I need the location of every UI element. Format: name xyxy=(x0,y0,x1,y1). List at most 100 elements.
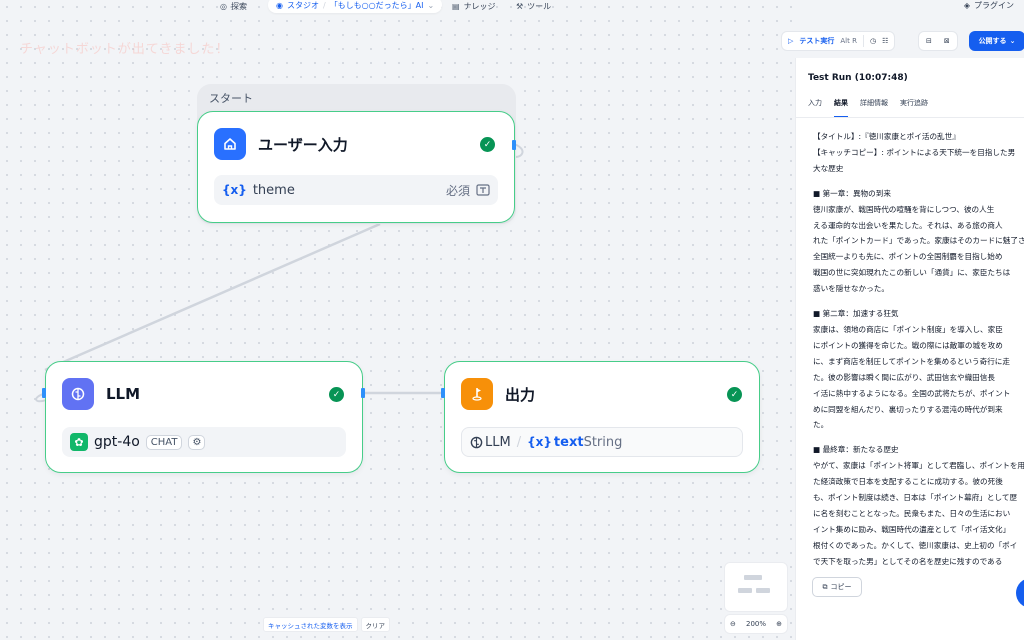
result-line: イ活に熱中するようになる。全国の武将たちが、ポイント xyxy=(813,388,1011,398)
success-check-icon: ✓ xyxy=(329,387,344,402)
nav-studio[interactable]: ◉ スタジオ / 「もしも○○だったら」AI ⌄ xyxy=(268,0,443,13)
theme-variable-row[interactable]: {x} theme 必須 xyxy=(214,175,498,205)
result-line: 戦国の世に突如現れたこの新しい「通貨」に、家臣たちは xyxy=(813,268,1011,278)
robot-icon: ◉ xyxy=(276,0,283,10)
top-nav: ◎ 探索 ◉ スタジオ / 「もしも○○だったら」AI ⌄ ▤ ナレッジ ⚒ ツ… xyxy=(0,0,1024,14)
result-line: 徳川家康が、戦国時代の喧騒を背にしつつ、彼の人生 xyxy=(813,204,995,214)
shortcut-hint: Alt R xyxy=(840,37,857,45)
model-row[interactable]: ✿ gpt-4o CHAT ⚙ xyxy=(62,427,346,457)
clear-button[interactable]: クリア xyxy=(360,617,390,632)
test-run-button[interactable]: テスト実行 xyxy=(799,36,834,46)
publish-label: 公開する xyxy=(978,37,1007,45)
output-variable-row[interactable]: LLM / {x} text String xyxy=(461,427,743,457)
result-line: で天下を取った男」としてその名を歴史に残すのである xyxy=(813,556,1003,566)
minimap-node xyxy=(744,575,762,580)
output-node[interactable]: 出力 ✓ LLM / {x} text String xyxy=(444,361,760,473)
chat-mode-tag: CHAT xyxy=(145,434,183,450)
llm-output-handle[interactable] xyxy=(361,388,365,398)
tab-details[interactable]: 詳細情報 xyxy=(860,98,888,118)
nav-plugins[interactable]: ◈ プラグイン xyxy=(964,0,1014,11)
ref-separator: / xyxy=(516,434,522,450)
output-flag-icon xyxy=(461,378,493,410)
result-line: ■ 第二章：加速する狂気 xyxy=(813,309,899,319)
view-toolbar: ⊟ ⊠ xyxy=(918,31,958,51)
result-line: える運命的な出会いを果たした。それは、ある旅の商人 xyxy=(813,220,1003,230)
copy-label: コピー xyxy=(830,583,852,591)
variable-icon: {x} xyxy=(527,435,552,449)
user-input-node[interactable]: ユーザー入力 ✓ {x} theme 必須 xyxy=(197,111,515,223)
success-check-icon: ✓ xyxy=(480,137,495,152)
result-line: 大な歴史 xyxy=(813,163,844,173)
llm-title: LLM xyxy=(106,385,141,403)
nav-search[interactable]: ◎ 探索 xyxy=(220,0,247,12)
result-gap xyxy=(813,433,1024,442)
divider xyxy=(862,35,864,47)
result-line: 根付くのであった。かくして、徳川家康は、史上初の「ポイ xyxy=(813,540,1018,550)
theme-variable-name: theme xyxy=(252,182,295,198)
play-icon[interactable]: ▷ xyxy=(788,37,793,45)
result-line: 【キャッチコピー】: ポイントによる天下統一を目指した男 xyxy=(813,147,1016,157)
tab-input[interactable]: 入力 xyxy=(808,98,822,118)
ref-node-name: LLM xyxy=(485,434,511,450)
nav-tools-label: ツール xyxy=(527,1,552,11)
required-label: 必須 xyxy=(445,183,470,198)
result-line: 家康は、領地の商店に「ポイント制度」を導入し、家臣 xyxy=(813,324,1003,334)
conversation-variables-icon[interactable]: ⊠ xyxy=(944,37,950,45)
output-title: 出力 xyxy=(505,385,536,404)
ref-variable-type: String xyxy=(583,434,623,450)
minimap-node xyxy=(756,588,770,593)
result-line: れた「ポイントカード」であった。家康はそのカードに魅了さ xyxy=(813,236,1024,246)
chevron-down-icon: ⌄ xyxy=(427,0,435,10)
start-group-label: スタート xyxy=(209,92,253,105)
zoom-in-icon[interactable]: ⊕ xyxy=(776,620,782,628)
minimap[interactable] xyxy=(724,562,788,612)
nav-studio-label: スタジオ xyxy=(286,0,319,10)
result-line: た経済政策で日本を支配することに成功する。彼の死後 xyxy=(813,477,1003,487)
nav-tools[interactable]: ⚒ ツール xyxy=(516,0,551,12)
nav-plugins-label: プラグイン xyxy=(974,1,1014,10)
result-line: た。彼の影響は瞬く間に広がり、武田信玄や織田信長 xyxy=(813,372,995,382)
output-input-handle[interactable] xyxy=(441,388,445,398)
llm-brain-icon xyxy=(62,378,94,410)
panel-tabs: 入力 結果 詳細情報 実行追跡 xyxy=(808,98,928,118)
home-icon xyxy=(214,128,246,160)
nav-search-label: 探索 xyxy=(230,1,247,11)
test-run-panel: Test Run (10:07:48) 入力 結果 詳細情報 実行追跡 【タイト… xyxy=(795,58,1024,640)
start-output-handle[interactable] xyxy=(512,140,516,150)
tab-trace[interactable]: 実行追跡 xyxy=(900,98,928,118)
checklist-icon[interactable]: ☷ xyxy=(882,37,888,45)
env-variables-icon[interactable]: ⊟ xyxy=(926,37,932,45)
compass-icon: ◎ xyxy=(220,1,227,11)
app-name: 「もしも○○だったら」AI xyxy=(329,0,424,10)
llm-ref-icon xyxy=(470,436,483,449)
copy-button[interactable]: ⧉ コピー xyxy=(812,577,862,597)
result-text: 【タイトル】:『徳川家康とポイ活の乱世』【キャッチコピー】: ポイントによる天下… xyxy=(813,129,1024,570)
result-line: 【タイトル】:『徳川家康とポイ活の乱世』 xyxy=(813,132,960,141)
variable-icon: {x} xyxy=(222,183,247,197)
result-line: に、まず商店を制圧してポイントを集めるという奇行に走 xyxy=(813,356,1010,366)
model-settings-icon[interactable]: ⚙ xyxy=(188,434,206,450)
show-cached-variables-button[interactable]: キャッシュされた変数を表示 xyxy=(263,617,358,632)
workflow-canvas[interactable]: チャットボットが出てきました！ スタート ユーザー入力 ✓ {x} theme … xyxy=(0,0,795,640)
llm-node[interactable]: LLM ✓ ✿ gpt-4o CHAT ⚙ xyxy=(45,361,363,473)
edge-start-to-llm xyxy=(44,222,381,372)
run-toolbar: ▷ テスト実行 Alt R ◷ ☷ xyxy=(781,31,896,51)
publish-button[interactable]: 公開する ⌄ xyxy=(969,31,1024,51)
nav-knowledge[interactable]: ▤ ナレッジ xyxy=(452,0,496,12)
zoom-control[interactable]: ⊖ 200% ⊕ xyxy=(724,614,788,634)
zoom-out-icon[interactable]: ⊖ xyxy=(730,620,736,628)
result-line: やがて、家康は「ポイント将軍」として君臨し、ポイントを用 xyxy=(813,461,1024,471)
ref-variable-name: text xyxy=(553,434,584,450)
chevron-down-icon: ⌄ xyxy=(1009,37,1016,45)
result-line: ■ 最終章：新たなる歴史 xyxy=(813,445,899,455)
llm-input-handle[interactable] xyxy=(42,388,46,398)
history-icon[interactable]: ◷ xyxy=(870,37,876,45)
tab-result[interactable]: 結果 xyxy=(834,98,848,118)
result-line: ■ 第一章：異物の到来 xyxy=(813,188,891,198)
result-line: も、ポイント制度は続き、日本は「ポイント幕府」として歴 xyxy=(813,493,1018,503)
nav-knowledge-label: ナレッジ xyxy=(463,1,496,11)
tabs-divider xyxy=(796,117,1024,118)
success-check-icon: ✓ xyxy=(727,387,742,402)
result-line: にポイントの獲得を命じた。戦の際には敵軍の城を攻め xyxy=(813,340,1003,350)
result-line: 惑いを隠せなかった。 xyxy=(813,284,889,294)
